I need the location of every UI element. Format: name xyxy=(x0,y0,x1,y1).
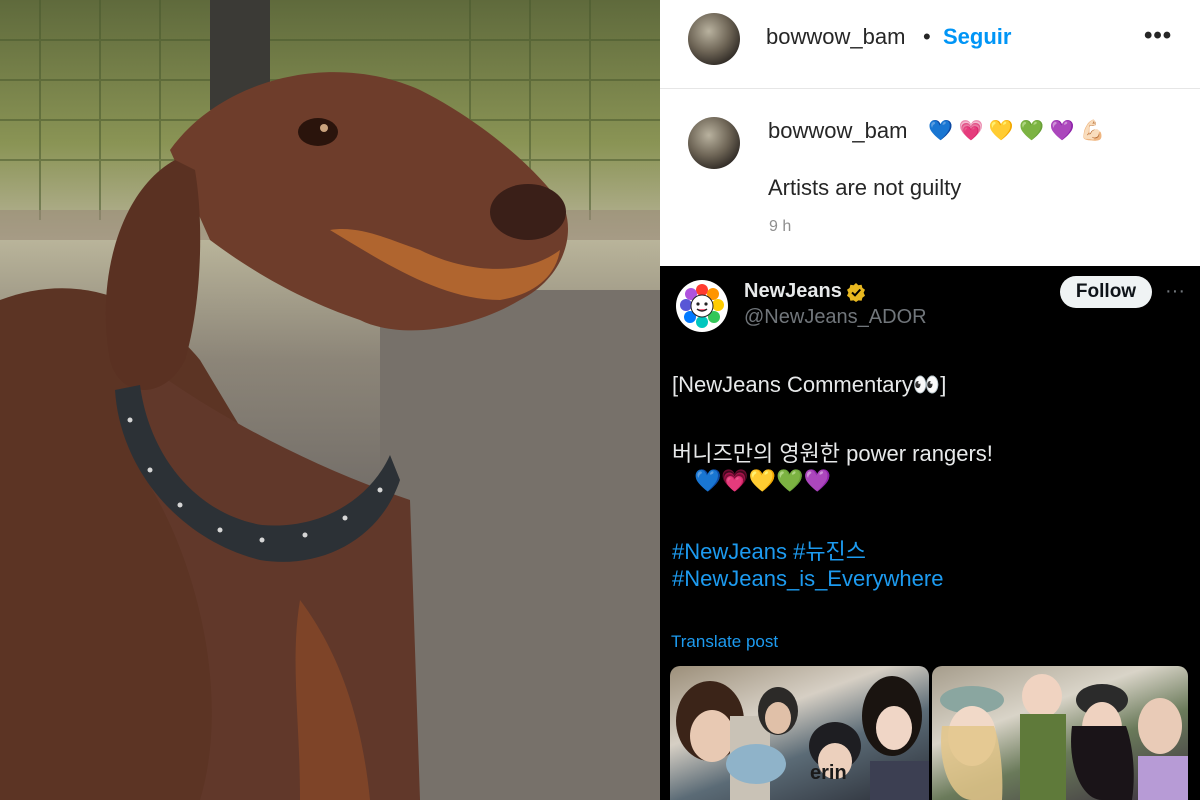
username-link[interactable]: bowwow_bam xyxy=(766,24,905,50)
comment-text: Artists are not guilty xyxy=(768,175,962,200)
comment-emojis: 💙 💗 💛 💚 💜 💪🏻 xyxy=(928,120,1106,142)
separator-dot: • xyxy=(923,24,931,49)
hashtag-newjeans-korean[interactable]: #뉴진스 xyxy=(793,539,866,564)
tweet-text-line-2: 버니즈만의 영원한 power rangers! xyxy=(672,441,993,466)
user-avatar[interactable] xyxy=(688,13,740,65)
tweet-panel: NewJeans @NewJeans_ADOR Follow ··· [NewJ… xyxy=(660,266,1200,800)
comment-timestamp[interactable]: 9 h xyxy=(769,218,791,236)
hashtag-row-1: #NewJeans #뉴진스 xyxy=(672,534,866,566)
translate-post-link[interactable]: Translate post xyxy=(671,632,778,652)
tweet-emoji-hearts: 💙💗💛💚💜 xyxy=(694,468,831,493)
more-options-icon[interactable]: ••• xyxy=(1144,22,1172,50)
tweet-text-line-1: [NewJeans Commentary👀] xyxy=(672,372,947,397)
account-name[interactable]: NewJeans xyxy=(744,280,842,303)
image-caption-text: erin xyxy=(810,762,847,784)
post-header: bowwow_bam • Seguir ••• xyxy=(660,0,1200,89)
dog-photo xyxy=(0,0,660,800)
tweet-image-1[interactable]: erin xyxy=(670,666,929,800)
account-handle[interactable]: @NewJeans_ADOR xyxy=(744,306,927,329)
instagram-panel: bowwow_bam • Seguir ••• bowwow_bam 💙 💗 💛… xyxy=(660,0,1200,266)
verified-badge-icon xyxy=(847,283,865,302)
comment-avatar[interactable] xyxy=(688,117,740,169)
hashtag-row-2: #NewJeans_is_Everywhere xyxy=(672,566,943,592)
hashtag-newjeans[interactable]: #NewJeans xyxy=(672,539,787,564)
tweet-image-2[interactable] xyxy=(932,666,1188,800)
comment-username[interactable]: bowwow_bam xyxy=(768,118,907,144)
hashtag-newjeans-everywhere[interactable]: #NewJeans_is_Everywhere xyxy=(672,566,943,591)
follow-button[interactable]: Follow xyxy=(1060,276,1152,308)
flower-logo-icon[interactable] xyxy=(676,280,728,332)
more-dots-icon[interactable]: ··· xyxy=(1165,280,1185,303)
follow-button[interactable]: Seguir xyxy=(943,24,1011,50)
